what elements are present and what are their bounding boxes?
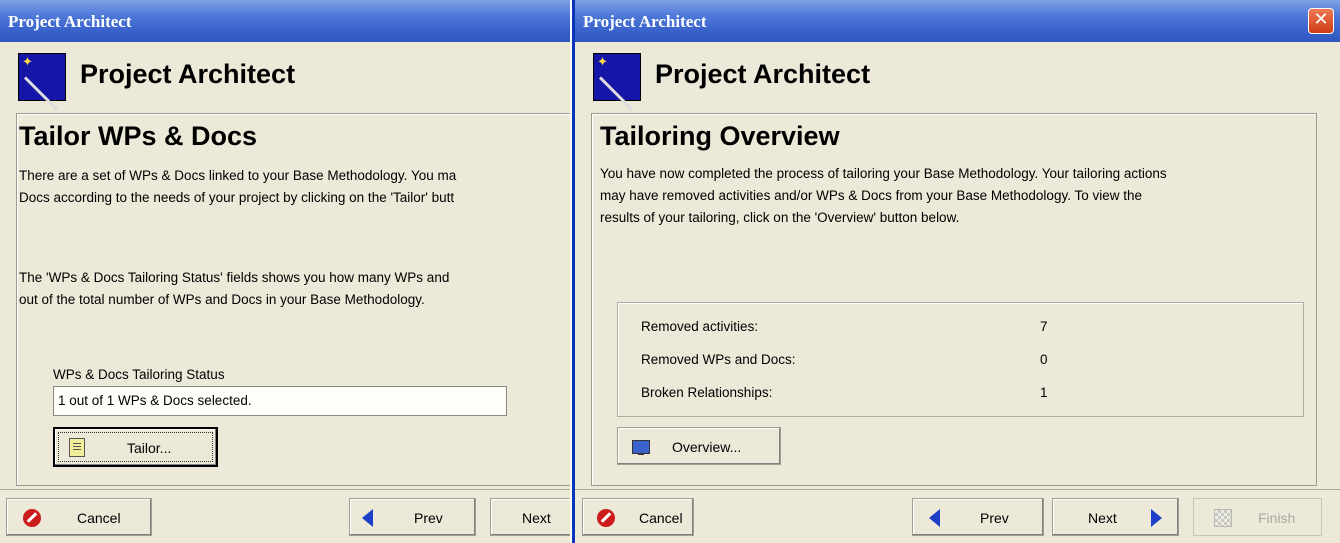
cancel-button-label: Cancel (77, 510, 121, 526)
summary-text-line-2: may have removed activities and/or WPs &… (600, 188, 1142, 203)
stat-value-removed-activities: 7 (1040, 319, 1048, 334)
prev-button-label: Prev (980, 510, 1009, 526)
next-button-label: Next (522, 510, 551, 526)
status-text-line-1: The 'WPs & Docs Tailoring Status' fields… (19, 270, 450, 285)
divider (575, 489, 1340, 490)
tailoring-status-field[interactable]: 1 out of 1 WPs & Docs selected. (53, 386, 507, 416)
page-title: Tailoring Overview (600, 121, 840, 151)
title-bar[interactable]: Project Architect (0, 0, 570, 42)
header-title: Project Architect (655, 59, 871, 89)
divider (0, 489, 570, 490)
next-button[interactable]: Next (1052, 498, 1179, 536)
status-text-line-2: out of the total number of WPs and Docs … (19, 292, 425, 307)
prev-arrow-icon (929, 509, 940, 527)
prev-button[interactable]: Prev (912, 498, 1044, 536)
document-icon (69, 438, 85, 457)
finish-icon (1214, 509, 1232, 527)
tailor-button-label: Tailor... (127, 440, 172, 456)
prev-button-label: Prev (414, 510, 443, 526)
overview-button-label: Overview... (672, 439, 742, 455)
summary-text-line-3: results of your tailoring, click on the … (600, 210, 960, 225)
finish-button-label: Finish (1258, 510, 1296, 526)
summary-text-line-1: You have now completed the process of ta… (600, 166, 1167, 181)
intro-text-line-1: There are a set of WPs & Docs linked to … (19, 168, 457, 183)
stat-value-removed-wps-docs: 0 (1040, 352, 1048, 367)
status-label: WPs & Docs Tailoring Status (53, 367, 225, 382)
prev-arrow-icon (362, 509, 373, 527)
tailor-button[interactable]: Tailor... (53, 427, 218, 467)
header-title: Project Architect (80, 59, 296, 89)
stat-label-broken-relationships: Broken Relationships: (641, 385, 773, 400)
finish-button[interactable]: Finish (1193, 498, 1322, 536)
window-title: Project Architect (8, 12, 132, 31)
title-bar[interactable]: Project Architect ✕ (575, 0, 1340, 42)
stat-label-removed-activities: Removed activities: (641, 319, 759, 334)
wand-icon: ✦ (18, 53, 66, 101)
prev-button[interactable]: Prev (349, 498, 476, 536)
close-icon[interactable]: ✕ (1308, 8, 1334, 34)
wand-icon: ✦ (593, 53, 641, 101)
stop-icon (23, 509, 41, 527)
next-button-label: Next (1088, 510, 1117, 526)
monitor-icon (632, 440, 650, 455)
page-title: Tailor WPs & Docs (19, 121, 258, 151)
intro-text-line-2: Docs according to the needs of your proj… (19, 190, 455, 205)
tailor-wps-docs-window: Project Architect ✦ Project Architect Ta… (0, 0, 570, 543)
stat-label-removed-wps-docs: Removed WPs and Docs: (641, 352, 796, 367)
overview-button[interactable]: Overview... (617, 427, 781, 465)
next-arrow-icon (1151, 509, 1162, 527)
stat-value-broken-relationships: 1 (1040, 385, 1048, 400)
cancel-button[interactable]: Cancel (582, 498, 694, 536)
cancel-button-label: Cancel (639, 510, 683, 526)
cancel-button[interactable]: Cancel (6, 498, 152, 536)
stop-icon (597, 509, 615, 527)
window-title: Project Architect (583, 12, 707, 31)
next-button[interactable]: Next (490, 498, 570, 536)
